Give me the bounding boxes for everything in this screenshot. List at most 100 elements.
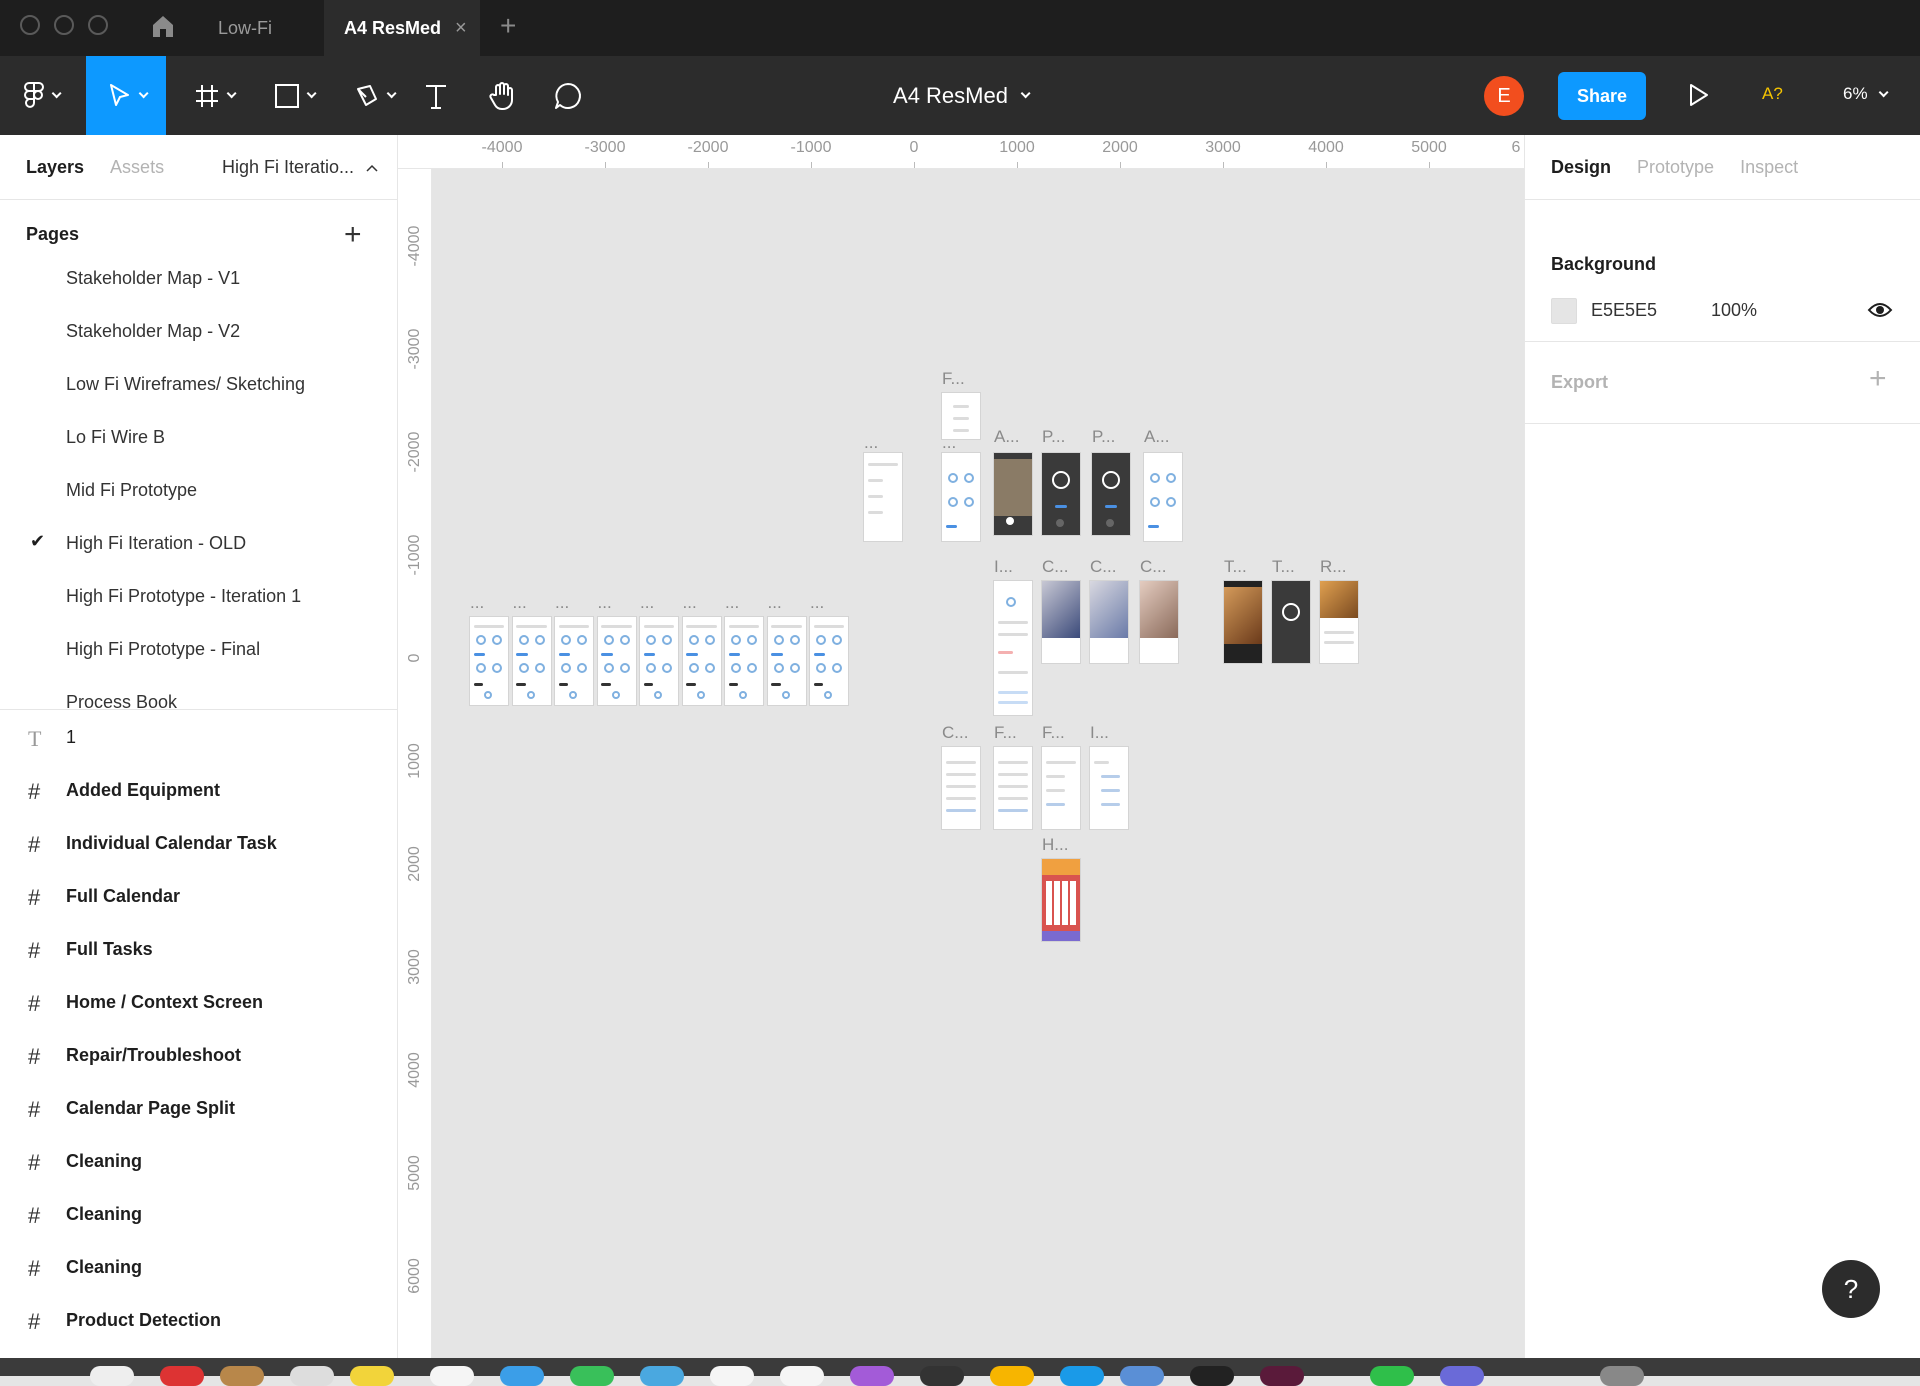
page-item[interactable]: High Fi Prototype - Final	[0, 623, 397, 676]
background-opacity-input[interactable]: 100%	[1711, 300, 1757, 321]
layer-row[interactable]: # Full Calendar	[0, 870, 397, 923]
tab-assets[interactable]: Assets	[110, 157, 164, 178]
layer-row[interactable]: T1	[0, 711, 397, 764]
eye-icon[interactable]	[1867, 300, 1893, 320]
dock-app-icon[interactable]	[90, 1366, 134, 1386]
comment-tool-button[interactable]	[548, 56, 588, 135]
dock-app-icon[interactable]	[290, 1366, 334, 1386]
dock-app-icon[interactable]	[1260, 1366, 1304, 1386]
add-tab-button[interactable]: +	[500, 10, 516, 42]
current-page-selector[interactable]: High Fi Iteratio...	[222, 157, 379, 178]
dock-app-icon[interactable]	[220, 1366, 264, 1386]
screen-frame[interactable]	[1140, 581, 1178, 663]
hand-tool-button[interactable]	[482, 56, 522, 135]
frame-label[interactable]: A...	[994, 427, 1020, 447]
dock-app-icon[interactable]	[1190, 1366, 1234, 1386]
dock-app-icon[interactable]	[1120, 1366, 1164, 1386]
add-page-button[interactable]: +	[344, 218, 362, 252]
zoom-menu[interactable]: 6%	[1843, 84, 1889, 104]
frame-label[interactable]: C...	[1140, 557, 1166, 577]
frame-label[interactable]: F...	[942, 369, 965, 389]
layer-row[interactable]: # Product Detection	[0, 1294, 397, 1347]
avatar[interactable]: E	[1484, 76, 1524, 116]
frame-label[interactable]: ...	[555, 593, 569, 613]
screen-frame[interactable]	[470, 617, 508, 705]
dock-app-icon[interactable]	[710, 1366, 754, 1386]
background-hex-input[interactable]: E5E5E5	[1591, 300, 1657, 321]
frame-label[interactable]: H...	[1042, 835, 1068, 855]
screen-frame[interactable]	[1042, 581, 1080, 663]
dock-app-icon[interactable]	[1440, 1366, 1484, 1386]
screen-frame[interactable]	[555, 617, 593, 705]
frame-tool-button[interactable]	[178, 56, 248, 135]
frame-label[interactable]: A...	[1144, 427, 1170, 447]
shape-tool-button[interactable]	[258, 56, 328, 135]
pen-tool-button[interactable]	[338, 56, 408, 135]
frame-label[interactable]: I...	[1090, 723, 1109, 743]
frame-label[interactable]: F...	[994, 723, 1017, 743]
screen-frame[interactable]	[1090, 747, 1128, 829]
screen-frame[interactable]	[597, 617, 636, 705]
screen-frame[interactable]	[512, 617, 551, 705]
layer-row[interactable]: # Cleaning	[0, 1135, 397, 1188]
move-tool-button[interactable]	[86, 56, 166, 135]
tab-prototype[interactable]: Prototype	[1637, 157, 1714, 178]
frame-label[interactable]: C...	[942, 723, 968, 743]
chevron-down-icon[interactable]	[1020, 88, 1031, 99]
screen-frame[interactable]	[1090, 581, 1128, 663]
dock-app-icon[interactable]	[350, 1366, 394, 1386]
frame-label[interactable]: I...	[994, 557, 1013, 577]
dock-app-icon[interactable]	[990, 1366, 1034, 1386]
dock-app-icon[interactable]	[570, 1366, 614, 1386]
canvas[interactable]: ........................... ... F... ...…	[432, 169, 1524, 1376]
screen-frame[interactable]	[994, 747, 1032, 829]
frame-label[interactable]: C...	[1090, 557, 1116, 577]
accessibility-button[interactable]: A?	[1762, 84, 1783, 104]
screen-frame[interactable]	[1320, 581, 1358, 663]
screen-frame[interactable]	[942, 747, 980, 829]
frame-label[interactable]: R...	[1320, 557, 1346, 577]
dock-app-icon[interactable]	[920, 1366, 964, 1386]
frame-label[interactable]: ...	[598, 593, 612, 613]
screen-frame[interactable]	[810, 617, 848, 705]
dock-app-icon[interactable]	[1600, 1366, 1644, 1386]
page-item[interactable]: Low Fi Wireframes/ Sketching	[0, 358, 397, 411]
add-export-button[interactable]: +	[1869, 362, 1887, 396]
layer-row[interactable]: # Repair/Troubleshoot	[0, 1029, 397, 1082]
minimize-window-button[interactable]	[54, 15, 74, 35]
dock-app-icon[interactable]	[430, 1366, 474, 1386]
frame-label[interactable]: C...	[1042, 557, 1068, 577]
screen-frame[interactable]	[1092, 453, 1130, 535]
dock-app-icon[interactable]	[1370, 1366, 1414, 1386]
screen-frame[interactable]	[994, 581, 1032, 715]
screen-frame[interactable]	[1042, 859, 1080, 941]
page-item[interactable]: Mid Fi Prototype	[0, 464, 397, 517]
frame-label[interactable]: ...	[640, 593, 654, 613]
screen-frame[interactable]	[767, 617, 806, 705]
home-icon[interactable]	[150, 13, 176, 39]
close-window-button[interactable]	[20, 15, 40, 35]
dock-app-icon[interactable]	[640, 1366, 684, 1386]
page-item[interactable]: Stakeholder Map - V1	[0, 268, 397, 305]
layer-row[interactable]: # Individual Calendar Task	[0, 817, 397, 870]
dock-app-icon[interactable]	[1060, 1366, 1104, 1386]
screen-frame[interactable]	[994, 453, 1032, 535]
frame-label[interactable]: ...	[942, 433, 956, 453]
layer-row[interactable]: # Added Equipment	[0, 764, 397, 817]
frame-label[interactable]: ...	[768, 593, 782, 613]
tab-inspect[interactable]: Inspect	[1740, 157, 1798, 178]
frame-label[interactable]: P...	[1042, 427, 1065, 447]
document-title[interactable]: A4 ResMed	[893, 83, 1008, 109]
frame-label[interactable]: F...	[1042, 723, 1065, 743]
screen-frame[interactable]	[640, 617, 678, 705]
page-item[interactable]: Process Book	[0, 676, 397, 709]
dock-app-icon[interactable]	[780, 1366, 824, 1386]
tab-a4-resmed[interactable]: A4 ResMed ×	[324, 0, 480, 56]
layer-row[interactable]: # Calendar Page Split	[0, 1082, 397, 1135]
frame-label[interactable]: ...	[683, 593, 697, 613]
tab-layers[interactable]: Layers	[26, 157, 84, 178]
maximize-window-button[interactable]	[88, 15, 108, 35]
frame-label[interactable]: ...	[725, 593, 739, 613]
frame-label[interactable]: T...	[1272, 557, 1295, 577]
help-button[interactable]: ?	[1822, 1260, 1880, 1318]
